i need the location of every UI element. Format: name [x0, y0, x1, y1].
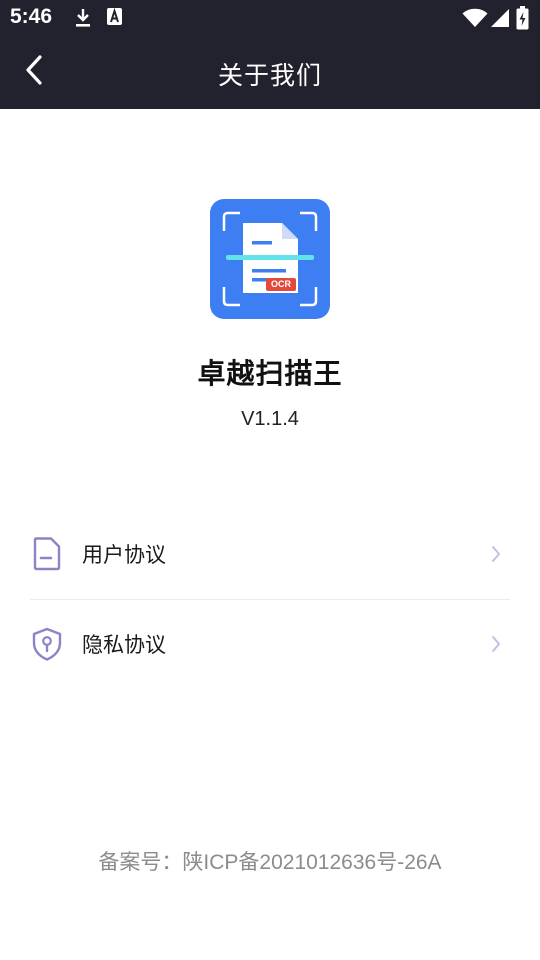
app-version: V1.1.4	[241, 408, 299, 430]
wifi-icon	[462, 8, 488, 32]
shield-icon	[30, 626, 64, 662]
page-title: 关于我们	[217, 61, 322, 90]
chevron-right-icon	[488, 634, 504, 654]
status-time: 5:46	[10, 5, 53, 28]
text-a-icon	[106, 7, 124, 31]
app-logo: OCR	[210, 199, 330, 319]
menu-item-privacy-agreement[interactable]: 隐私协议	[30, 600, 510, 688]
chevron-right-icon	[488, 544, 504, 564]
menu-item-user-agreement[interactable]: 用户协议	[30, 510, 510, 598]
status-bar: 5:46	[0, 0, 540, 36]
download-icon	[74, 7, 92, 33]
menu-item-label: 用户协议	[82, 543, 166, 567]
app-name: 卓越扫描王	[197, 357, 343, 390]
battery-charging-icon	[516, 6, 529, 34]
menu-item-label: 隐私协议	[82, 633, 166, 657]
title-bar: 关于我们	[0, 36, 540, 109]
cellular-signal-icon	[490, 8, 510, 32]
icp-registration-text: 备案号：陕ICP备2021012636号-26A	[98, 851, 442, 874]
document-icon	[30, 536, 64, 572]
ocr-badge-label: OCR	[271, 279, 291, 289]
